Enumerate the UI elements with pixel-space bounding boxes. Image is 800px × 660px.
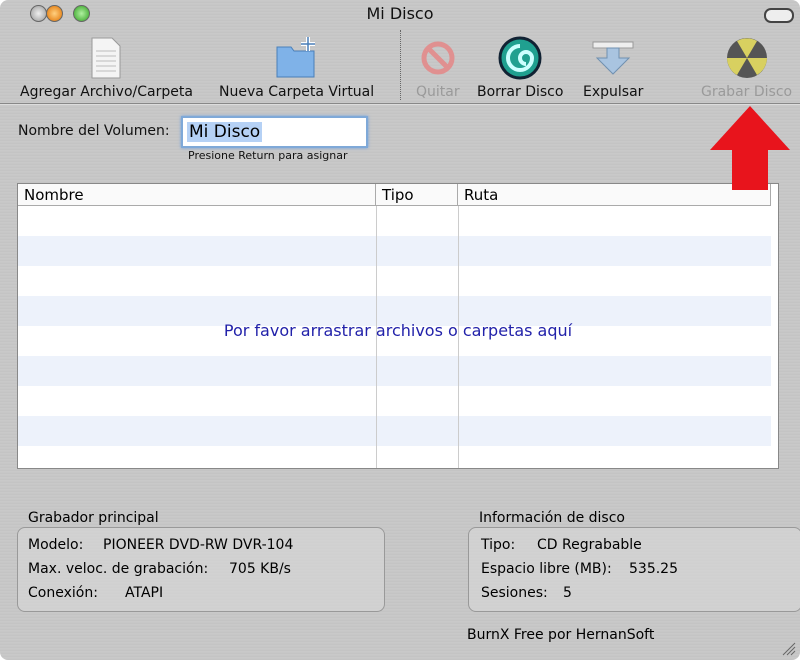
burn-disc-button[interactable]: Grabar Disco bbox=[701, 34, 792, 100]
red-arrow-annotation bbox=[710, 106, 790, 190]
remove-button[interactable]: Quitar bbox=[416, 34, 460, 100]
disc-info-group: Tipo: CD Regrabable Espacio libre (MB): … bbox=[468, 527, 800, 612]
model-value: PIONEER DVD-RW DVR-104 bbox=[103, 537, 294, 553]
toolbar-separator bbox=[400, 30, 401, 100]
disc-info-title: Información de disco bbox=[479, 510, 625, 526]
file-table[interactable]: Nombre Tipo Ruta Por favor arrastrar arc… bbox=[17, 183, 779, 469]
credit-text: BurnX Free por HernanSoft bbox=[467, 627, 655, 643]
prohibited-icon bbox=[416, 34, 460, 82]
column-header-nombre[interactable]: Nombre bbox=[18, 184, 376, 206]
recorder-title: Grabador principal bbox=[28, 510, 159, 526]
recorder-group: Modelo: PIONEER DVD-RW DVR-104 Max. velo… bbox=[17, 527, 385, 612]
free-space-value: 535.25 bbox=[629, 561, 678, 577]
resize-grip-icon[interactable] bbox=[782, 642, 796, 656]
disc-type-value: CD Regrabable bbox=[537, 537, 642, 553]
volume-name-label: Nombre del Volumen: bbox=[18, 123, 170, 139]
burn-radiation-icon bbox=[701, 34, 792, 82]
volume-hint: Presione Return para asignar bbox=[188, 149, 348, 162]
eject-icon bbox=[583, 34, 643, 82]
erase-disc-button[interactable]: Borrar Disco bbox=[477, 34, 563, 100]
speed-value: 705 KB/s bbox=[229, 561, 291, 577]
sessions-value: 5 bbox=[563, 585, 572, 601]
erase-swirl-icon bbox=[477, 34, 563, 82]
disc-type-label: Tipo: bbox=[481, 537, 516, 553]
speed-label: Max. veloc. de grabación: bbox=[28, 561, 209, 577]
volume-name-value: Mi Disco bbox=[187, 122, 263, 142]
sessions-label: Sesiones: bbox=[481, 585, 548, 601]
connection-label: Conexión: bbox=[28, 585, 98, 601]
window-title: Mi Disco bbox=[366, 4, 434, 23]
eject-button[interactable]: Expulsar bbox=[583, 34, 643, 100]
volume-name-input[interactable]: Mi Disco bbox=[181, 116, 368, 148]
free-space-label: Espacio libre (MB): bbox=[481, 561, 612, 577]
column-header-tipo[interactable]: Tipo bbox=[376, 184, 458, 206]
connection-value: ATAPI bbox=[125, 585, 164, 601]
document-icon bbox=[20, 34, 193, 82]
app-window: Mi Disco Agregar Archivo/Carpeta Nueva C… bbox=[0, 0, 800, 660]
model-label: Modelo: bbox=[28, 537, 84, 553]
toolbar-divider bbox=[0, 103, 800, 105]
toolbar-toggle-button[interactable] bbox=[764, 8, 794, 23]
add-file-button[interactable]: Agregar Archivo/Carpeta bbox=[20, 34, 193, 100]
new-virtual-folder-button[interactable]: Nueva Carpeta Virtual bbox=[219, 34, 374, 100]
folder-add-icon bbox=[219, 34, 374, 82]
drop-hint: Por favor arrastrar archivos o carpetas … bbox=[223, 321, 573, 340]
